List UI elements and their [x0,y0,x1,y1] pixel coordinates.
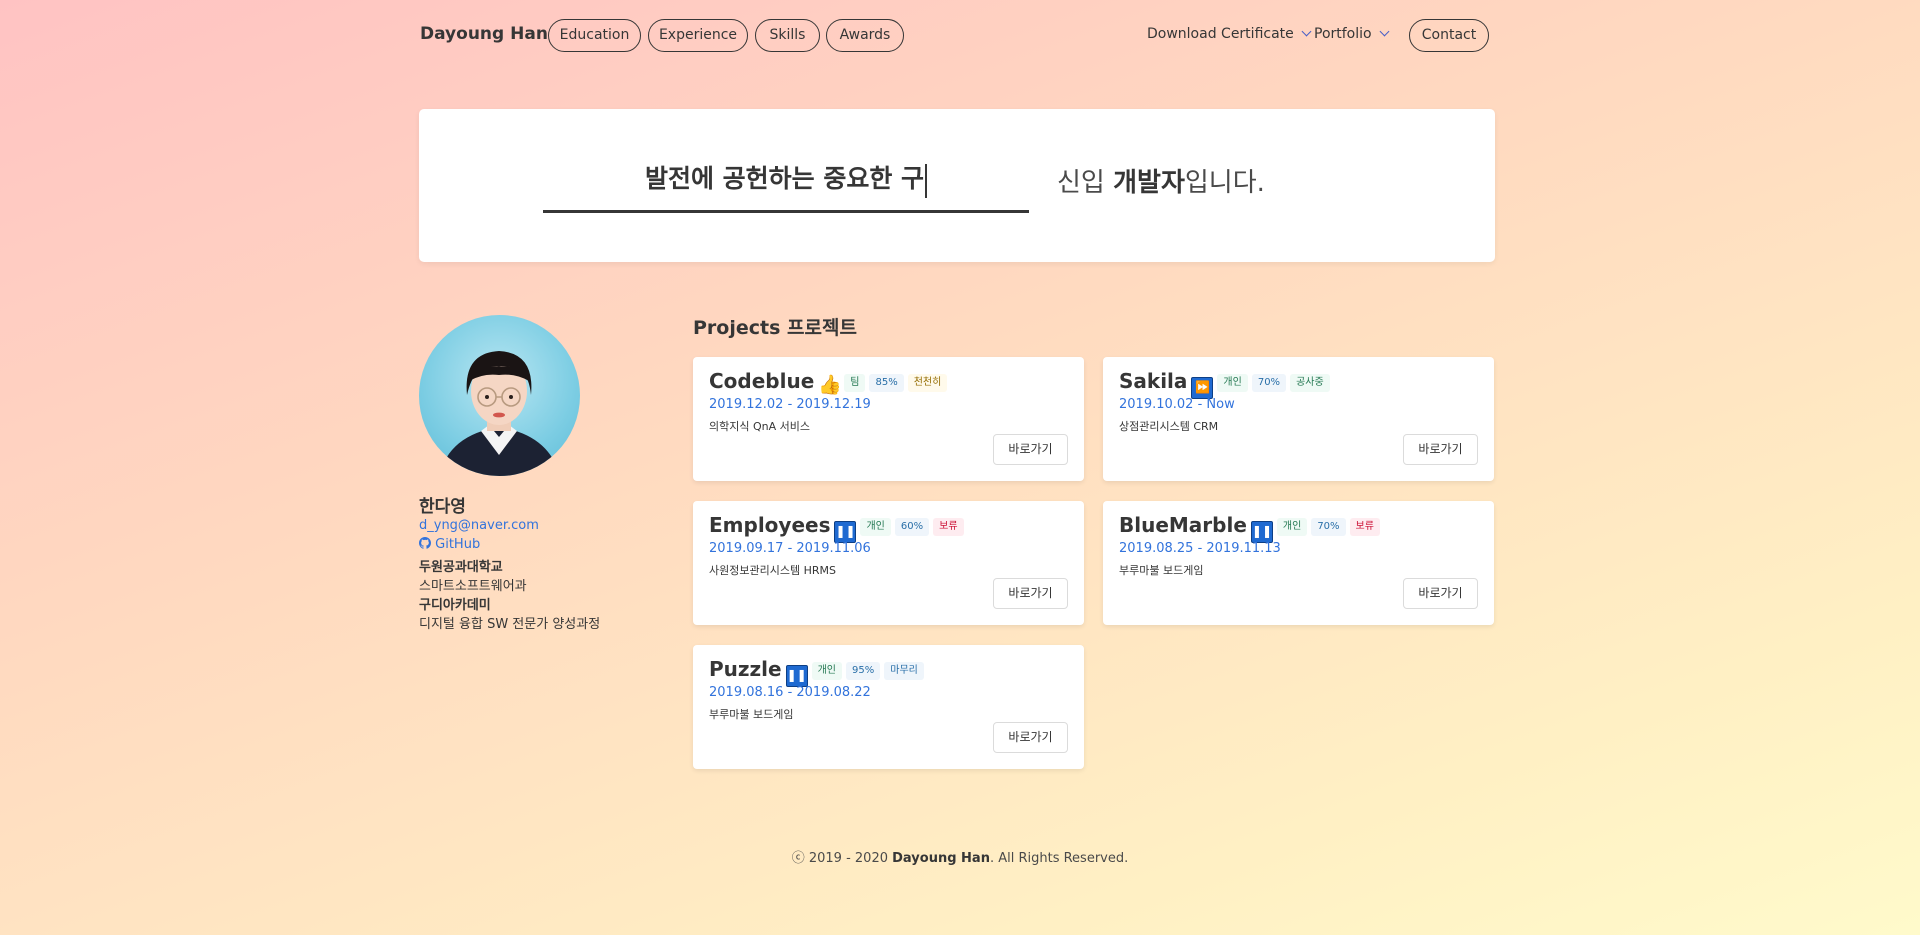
project-title-row: Sakila ⏩ 개인 70% 공사중 [1119,369,1330,399]
project-title-row: Employees ❚❚ 개인 60% 보류 [709,513,964,543]
project-name: Puzzle [709,657,782,681]
project-date: 2019.09.17 - 2019.11.06 [709,541,871,556]
pause-icon: ❚❚ [785,665,808,687]
hero-subtitle-bold: 개발자 [1113,168,1185,198]
profile-email-link[interactable]: d_yng@naver.com [419,518,539,533]
chevron-down-icon [1301,26,1312,37]
profile-github-link[interactable]: GitHub [419,537,480,552]
hero-banner: 발전에 공헌하는 중요한 구 신입 개발자입니다. [419,109,1495,262]
project-description: 상점관리시스템 CRM [1119,420,1219,433]
project-description: 사원정보관리시스템 HRMS [709,564,836,577]
profile-school: 두원공과대학교 [419,560,503,575]
profile-avatar [419,315,580,476]
project-go-button[interactable]: 바로가기 [1403,434,1478,465]
github-icon [419,537,431,549]
github-label: GitHub [435,537,481,552]
nav-skills-button[interactable]: Skills [755,19,820,52]
profile-name: 한다영 [419,497,466,517]
portfolio-dropdown[interactable]: Portfolio [1314,26,1390,42]
project-name: Codeblue [709,369,815,393]
portfolio-label: Portfolio [1314,26,1372,42]
profile-major: 스마트소프트웨어과 [419,579,527,594]
project-card-puzzle: Puzzle ❚❚ 개인 95% 마무리 2019.08.16 - 2019.08.22… [693,645,1084,769]
project-go-button[interactable]: 바로가기 [1403,578,1478,609]
project-tag-status: 공사중 [1290,374,1330,392]
project-tag-status: 천천히 [907,374,948,392]
footer-owner: Dayoung Han [892,851,990,866]
project-tag-status: 보류 [1349,518,1380,536]
project-name: Sakila [1119,369,1188,393]
typed-text: 발전에 공헌하는 중요한 구 [644,164,925,193]
project-tag-progress: 70% [1251,374,1287,392]
project-description: 부루마불 보드게임 [709,708,794,721]
projects-heading: Projects 프로젝트 [693,317,857,339]
contact-button[interactable]: Contact [1409,19,1489,52]
footer-rights: . All Rights Reserved. [989,851,1129,866]
project-card-codeblue: Codeblue 👍 팀 85% 천천히 2019.12.02 - 2019.12.19… [693,357,1084,481]
project-date: 2019.12.02 - 2019.12.19 [709,397,871,412]
nav-education-button[interactable]: Education [548,19,641,52]
text-cursor [925,163,928,198]
pause-icon: ❚❚ [834,521,857,543]
nav-awards-button[interactable]: Awards [826,19,904,52]
project-tag-type: 팀 [844,374,866,392]
project-card-bluemarble: BlueMarble ❚❚ 개인 70% 보류 2019.08.25 - 2019.11… [1103,501,1494,625]
hero-subtitle: 신입 개발자입니다. [1057,163,1265,203]
thumbs-up-icon: 👍 [818,374,842,396]
chevron-down-icon [1379,26,1390,37]
project-title-row: Puzzle ❚❚ 개인 95% 마무리 [709,657,924,687]
footer-copyright: ⓒ 2019 - 2020 [791,851,893,866]
project-tag-progress: 60% [894,518,930,536]
project-go-button[interactable]: 바로가기 [993,722,1068,753]
project-card-employees: Employees ❚❚ 개인 60% 보류 2019.09.17 - 2019.11.… [693,501,1084,625]
nav-experience-button[interactable]: Experience [648,19,748,52]
project-tag-status: 보류 [933,518,964,536]
brand-name[interactable]: Dayoung Han [420,24,548,44]
project-tag-status: 마무리 [884,662,924,680]
project-date: 2019.08.16 - 2019.08.22 [709,685,871,700]
project-go-button[interactable]: 바로가기 [993,578,1068,609]
project-description: 부루마불 보드게임 [1119,564,1204,577]
project-tag-progress: 85% [869,374,904,392]
footer: ⓒ 2019 - 2020 Dayoung Han. All Rights Re… [0,847,1920,866]
project-title-row: BlueMarble ❚❚ 개인 70% 보류 [1119,513,1380,543]
hero-subtitle-part2: 입니다. [1184,168,1265,198]
project-tag-progress: 95% [846,662,881,680]
project-tag-type: 개인 [860,518,891,536]
project-tag-type: 개인 [1217,374,1248,392]
project-date: 2019.08.25 - 2019.11.13 [1119,541,1281,556]
profile-academy: 구디아카데미 [419,598,491,613]
profile-course: 디지털 융합 SW 전문가 양성과정 [419,617,601,632]
navbar: Dayoung Han Education Experience Skills … [419,0,1495,70]
project-name: Employees [709,513,831,537]
typed-text-box: 발전에 공헌하는 중요한 구 [543,159,1029,213]
fast-forward-icon: ⏩ [1191,377,1214,399]
project-name: BlueMarble [1119,513,1247,537]
hero-subtitle-part1: 신입 [1057,168,1114,198]
project-date: 2019.10.02 - Now [1119,397,1235,412]
project-title-row: Codeblue 👍 팀 85% 천천히 [709,369,948,396]
project-tag-progress: 70% [1311,518,1346,536]
download-certificate-label: Download Certificate [1147,26,1294,42]
project-tag-type: 개인 [1276,518,1308,536]
project-tag-type: 개인 [811,662,843,680]
pause-icon: ❚❚ [1250,521,1273,543]
download-certificate-dropdown[interactable]: Download Certificate [1147,26,1312,42]
project-go-button[interactable]: 바로가기 [993,434,1068,465]
project-description: 의학지식 QnA 서비스 [709,420,810,433]
project-card-sakila: Sakila ⏩ 개인 70% 공사중 2019.10.02 - Now 상점관리시스템… [1103,357,1494,481]
